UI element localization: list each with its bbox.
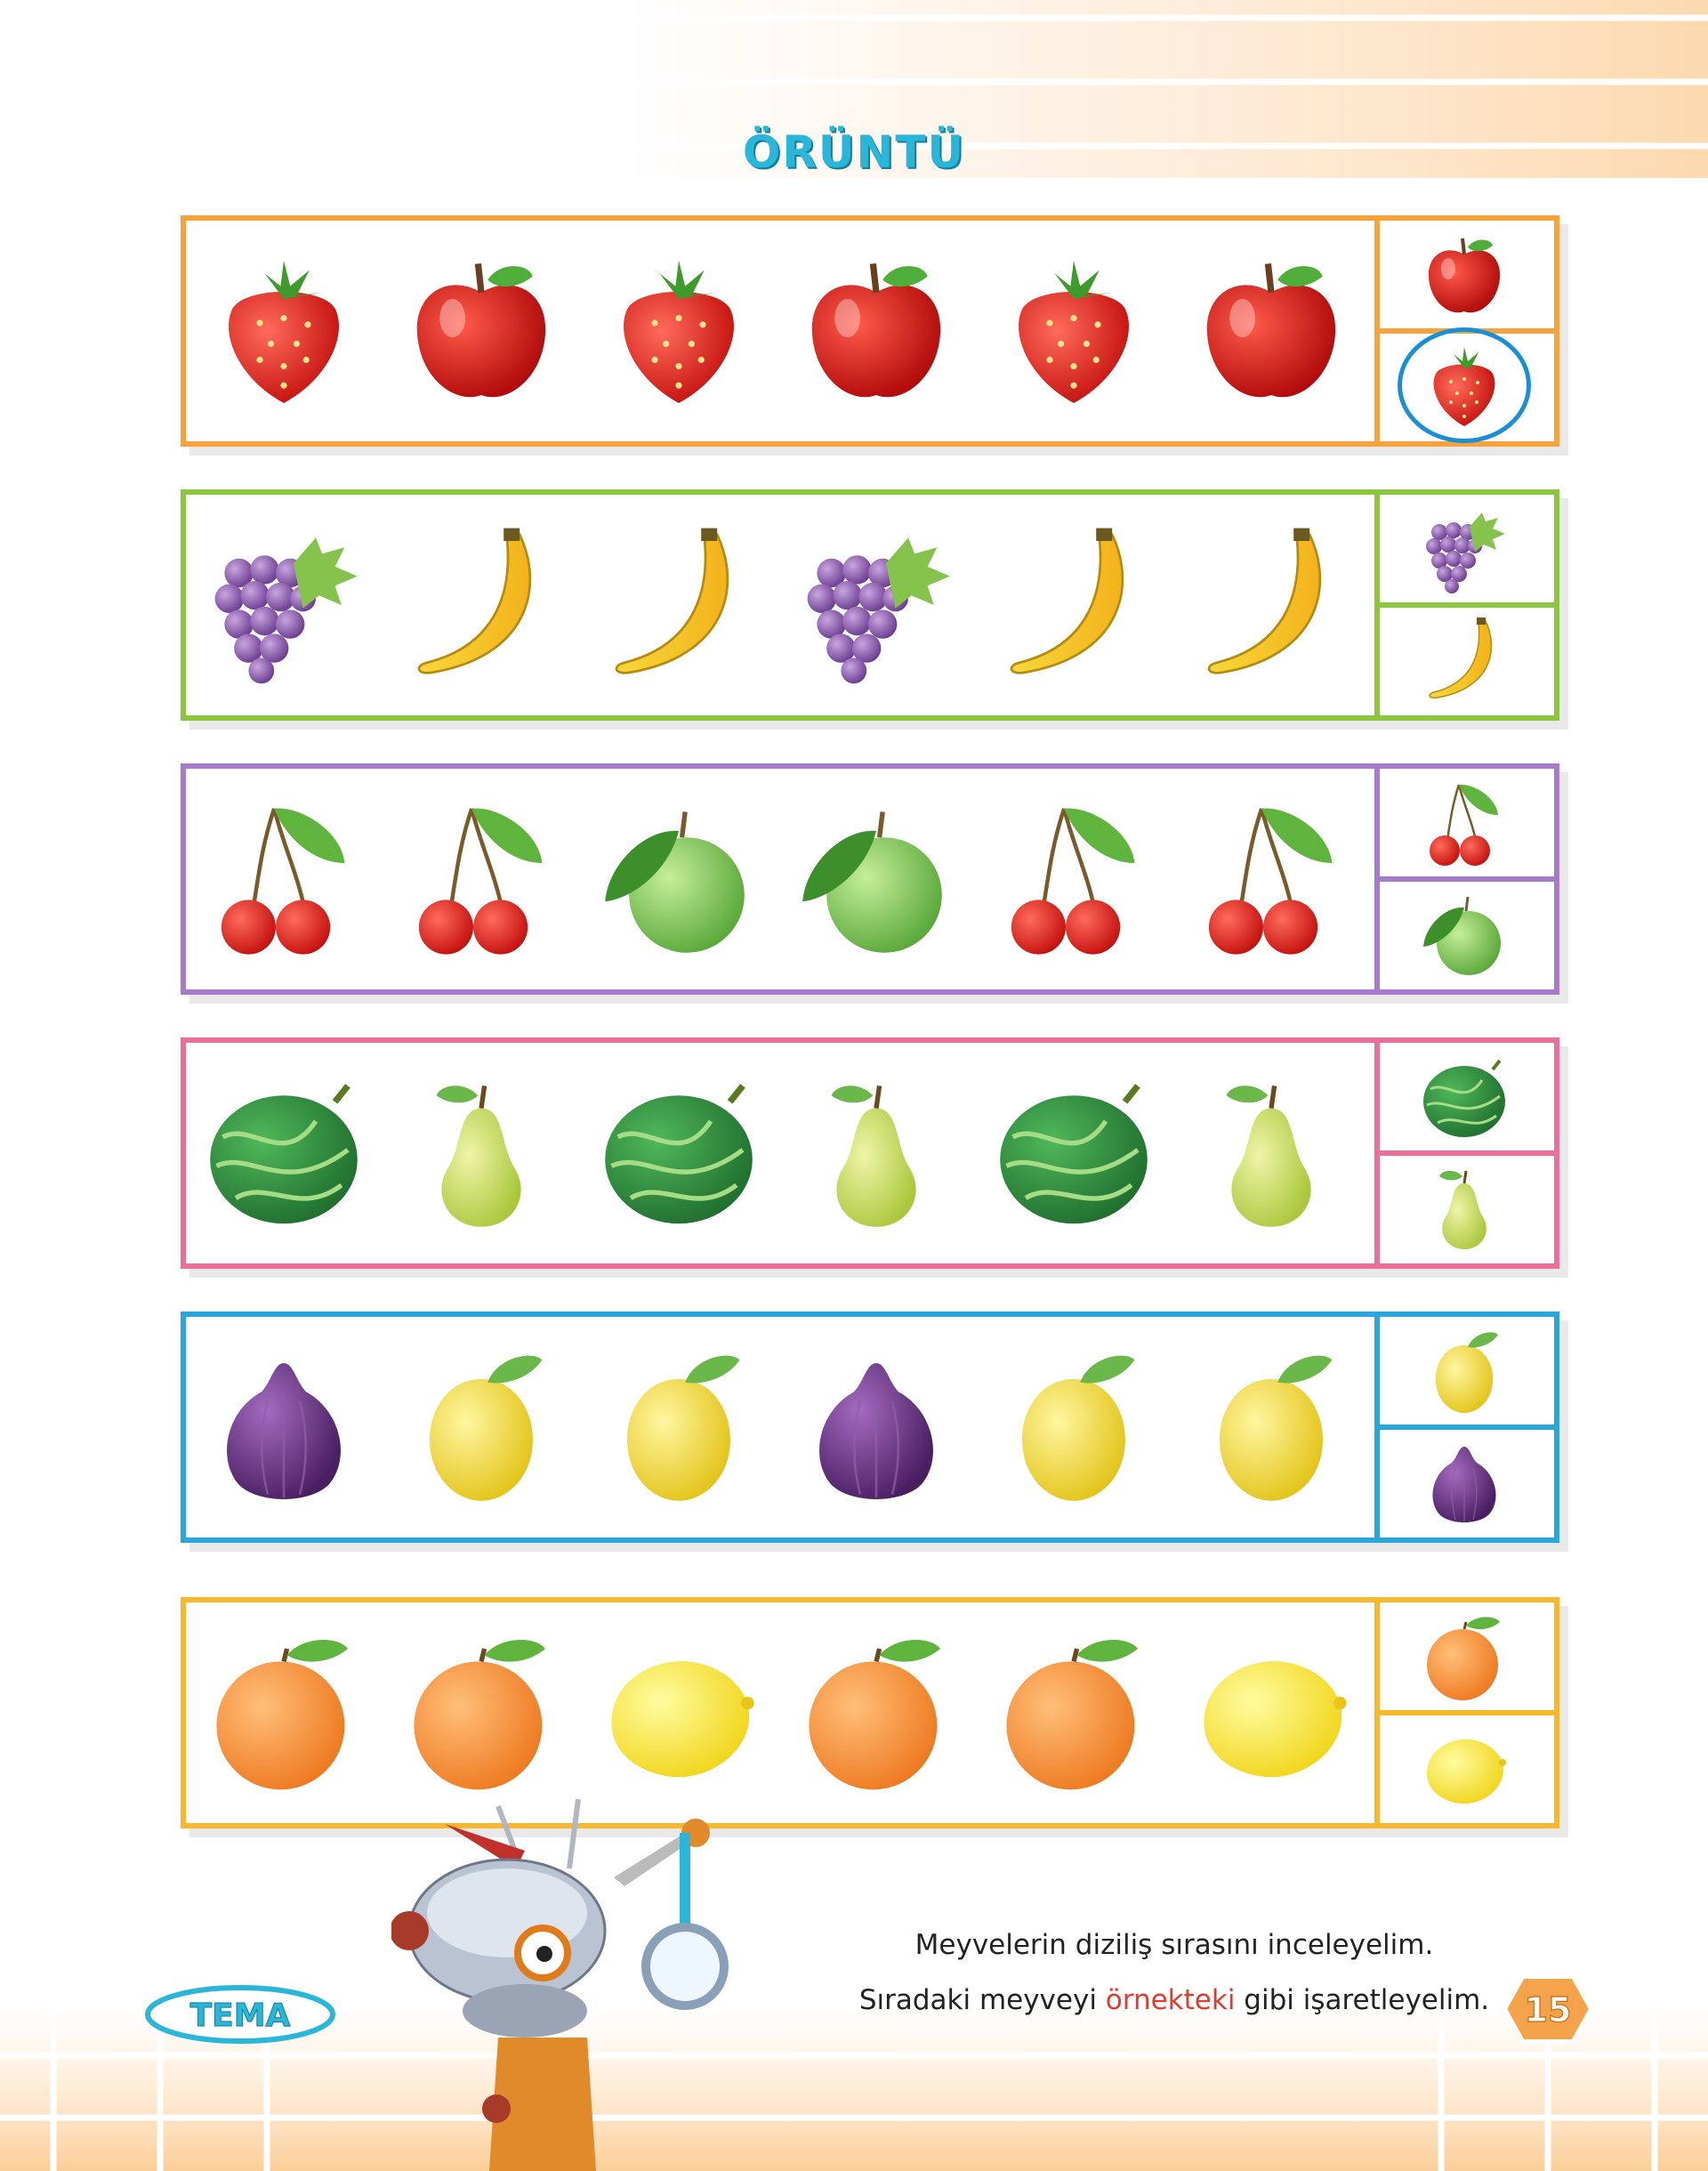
page-number-badge: 15: [1503, 1975, 1592, 2043]
green-plum-icon: [599, 799, 759, 963]
cherry-icon: [994, 799, 1154, 963]
strawberry-icon: [204, 251, 364, 415]
answer-options: [1374, 1602, 1554, 1823]
answer-options: [1374, 1043, 1554, 1263]
instruction-text-2b: gibi işaretleyelim.: [1235, 1984, 1490, 2016]
fig-icon: [204, 1347, 364, 1511]
quince-icon: [994, 1347, 1154, 1511]
tema-logo: TEMA: [145, 1985, 335, 2044]
tema-logo-text: TEMA: [190, 1997, 291, 2034]
banana-icon: [401, 525, 561, 689]
quince-icon: [599, 1347, 759, 1511]
answer-options: [1374, 1317, 1554, 1537]
instruction-text-2a: Sıradaki meyveyi: [858, 1984, 1106, 2016]
pattern-row: [181, 489, 1559, 721]
option-apple-icon[interactable]: [1420, 231, 1509, 324]
banana-icon: [1191, 525, 1351, 689]
watermelon-icon: [599, 1073, 759, 1237]
instruction-line-2: Sıradaki meyveyi örnekteki gibi işaretle…: [729, 1984, 1619, 2016]
option-pear-icon[interactable]: [1420, 1164, 1509, 1256]
option-cherry-icon[interactable]: [1420, 779, 1509, 872]
options-divider: [1380, 1710, 1554, 1715]
options-divider: [1380, 876, 1554, 882]
apple-icon: [796, 251, 956, 415]
cherry-icon: [204, 799, 364, 963]
strawberry-icon: [994, 251, 1154, 415]
watermelon-icon: [994, 1073, 1154, 1237]
grapes-icon: [204, 525, 364, 689]
grapes-icon: [796, 525, 956, 689]
pattern-row: [181, 1597, 1559, 1828]
option-lemon-icon[interactable]: [1420, 1723, 1509, 1816]
option-green-plum-icon[interactable]: [1420, 890, 1509, 982]
banana-icon: [994, 525, 1154, 689]
quince-icon: [1191, 1347, 1351, 1511]
cherry-icon: [401, 799, 561, 963]
pear-icon: [401, 1073, 561, 1237]
robot-mascot-illustration: [391, 1798, 729, 2171]
answer-options: [1374, 221, 1554, 443]
option-banana-icon[interactable]: [1420, 616, 1509, 708]
options-divider: [1380, 602, 1554, 608]
page-number: 15: [1525, 1990, 1572, 2030]
apple-icon: [1191, 251, 1351, 415]
option-fig-icon[interactable]: [1420, 1438, 1509, 1530]
orange-icon: [994, 1633, 1154, 1796]
pear-icon: [796, 1073, 956, 1237]
pattern-row: [181, 1037, 1559, 1269]
orange-icon: [401, 1633, 561, 1796]
instruction-line-1: Meyvelerin diziliş sırasını inceleyelim.: [729, 1929, 1619, 1961]
option-quince-icon[interactable]: [1420, 1328, 1509, 1420]
pear-icon: [1191, 1073, 1351, 1237]
watermelon-icon: [204, 1073, 364, 1237]
answer-options: [1374, 769, 1554, 989]
cherry-icon: [1191, 799, 1351, 963]
quince-icon: [401, 1347, 561, 1511]
pattern-row: [181, 763, 1559, 995]
option-watermelon-icon[interactable]: [1420, 1053, 1509, 1146]
instruction-text-1: Meyvelerin diziliş sırasını inceleyelim.: [914, 1929, 1434, 1961]
answer-options: [1374, 495, 1554, 715]
banana-icon: [599, 525, 759, 689]
lemon-icon: [599, 1633, 759, 1796]
orange-icon: [204, 1633, 364, 1796]
apple-icon: [401, 251, 561, 415]
strawberry-icon: [599, 251, 759, 415]
pattern-row: [181, 1311, 1559, 1543]
option-grapes-icon[interactable]: [1420, 505, 1509, 598]
option-orange-icon[interactable]: [1420, 1613, 1509, 1706]
options-divider: [1380, 1424, 1554, 1430]
page-title: ÖRÜNTÜ: [742, 126, 966, 178]
answer-circle-mark: [1398, 327, 1531, 443]
lemon-icon: [1191, 1633, 1351, 1796]
instruction-highlight: örnekteki: [1105, 1984, 1236, 2016]
green-plum-icon: [796, 799, 956, 963]
pattern-row: [181, 215, 1559, 447]
fig-icon: [796, 1347, 956, 1511]
orange-icon: [796, 1633, 956, 1796]
options-divider: [1380, 1150, 1554, 1156]
